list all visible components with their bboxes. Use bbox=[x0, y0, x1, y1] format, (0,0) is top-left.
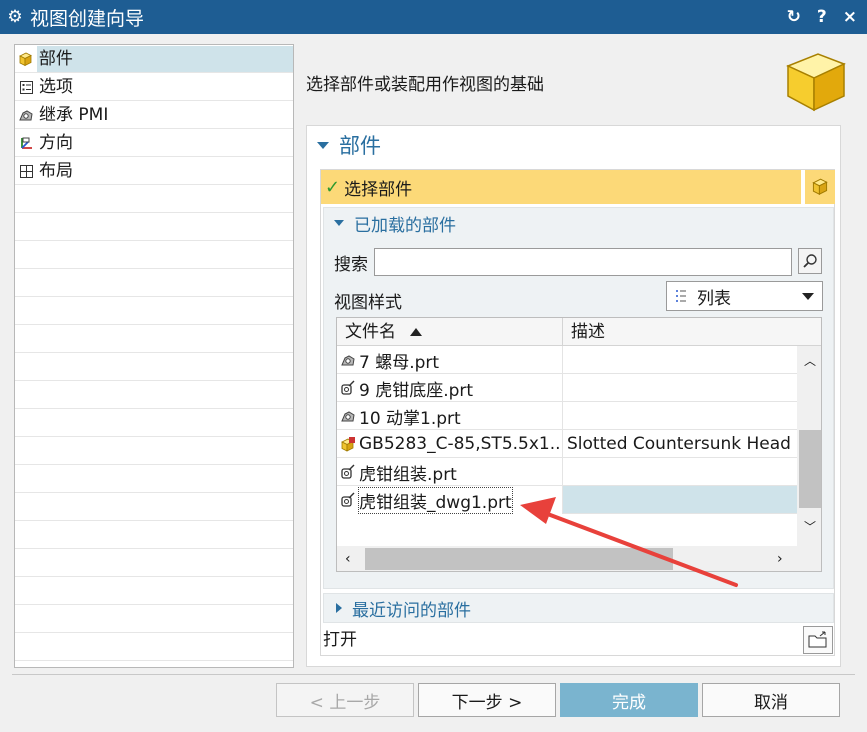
file-name: 10 动掌1.prt bbox=[359, 408, 461, 429]
part-cube-icon bbox=[812, 178, 828, 195]
component-icon bbox=[339, 351, 357, 369]
nav-item-layout[interactable]: 布局 bbox=[15, 157, 293, 185]
help-icon[interactable]: ? bbox=[817, 7, 827, 27]
table-header: 文件名 描述 bbox=[337, 318, 821, 346]
nav-item-label: 选项 bbox=[39, 77, 73, 97]
divider bbox=[12, 674, 855, 675]
file-name: 9 虎钳底座.prt bbox=[359, 380, 474, 401]
reset-icon[interactable]: ↻ bbox=[787, 7, 801, 27]
file-name: 7 螺母.prt bbox=[359, 352, 440, 373]
file-name: 虎钳组装_dwg1.prt bbox=[358, 486, 513, 514]
next-button[interactable]: 下一步 > bbox=[418, 683, 556, 717]
table-row[interactable]: GB5283_C-85,ST5.5x1... Slotted Countersu… bbox=[337, 430, 797, 458]
select-part-label: 选择部件 bbox=[344, 179, 413, 200]
search-input[interactable] bbox=[374, 248, 792, 276]
title-bar: ⚙ 视图创建向导 ↻ ? × bbox=[0, 0, 867, 34]
file-description: Slotted Countersunk Head bbox=[567, 434, 791, 454]
assembly-icon bbox=[339, 463, 357, 481]
file-name: 虎钳组装.prt bbox=[359, 464, 457, 485]
nav-item-label: 部件 bbox=[36, 46, 293, 72]
checkmark-icon: ✓ bbox=[325, 176, 341, 198]
table-row[interactable]: 10 动掌1.prt bbox=[337, 402, 797, 430]
file-description bbox=[563, 402, 797, 430]
assembly-icon bbox=[339, 379, 357, 397]
recent-parts-title: 最近访问的部件 bbox=[352, 600, 471, 621]
options-icon bbox=[17, 78, 35, 96]
close-icon[interactable]: × bbox=[843, 7, 857, 27]
list-view-icon bbox=[676, 290, 686, 302]
nav-item-part[interactable]: 部件 bbox=[15, 45, 293, 73]
nav-item-label: 继承 PMI bbox=[39, 105, 109, 125]
nav-item-label: 布局 bbox=[39, 161, 73, 181]
view-style-label: 视图样式 bbox=[334, 293, 402, 313]
part-panel: 部件 ✓ 选择部件 已加载的部件 搜索 视图样式 列表 文件名 描述 7 螺母.… bbox=[306, 125, 841, 667]
search-button[interactable] bbox=[798, 248, 822, 274]
collapse-triangle-icon bbox=[317, 141, 329, 149]
file-description bbox=[563, 346, 797, 374]
loaded-parts-header[interactable]: 已加载的部件 bbox=[334, 208, 456, 238]
search-label: 搜索 bbox=[334, 255, 368, 275]
open-file-button[interactable] bbox=[803, 626, 833, 654]
open-folder-icon bbox=[808, 631, 827, 648]
column-header-description[interactable]: 描述 bbox=[563, 318, 797, 346]
chevron-up-icon[interactable]: ︿ bbox=[804, 352, 816, 369]
cancel-button[interactable]: 取消 bbox=[702, 683, 840, 717]
chevron-down-icon bbox=[802, 293, 814, 300]
back-button[interactable]: < 上一步 bbox=[276, 683, 414, 717]
file-description bbox=[563, 374, 797, 402]
layout-icon bbox=[17, 162, 35, 180]
finish-button[interactable]: 完成 bbox=[560, 683, 698, 717]
view-style-select[interactable]: 列表 bbox=[666, 281, 823, 311]
window-title: 视图创建向导 bbox=[30, 7, 145, 30]
wizard-step-list: 部件 选项 继承 PMI 方向 布局 bbox=[14, 44, 294, 668]
component-icon bbox=[339, 407, 357, 425]
select-part-button[interactable] bbox=[803, 170, 835, 204]
standard-part-icon bbox=[339, 435, 357, 453]
part-section-header[interactable]: 部件 bbox=[317, 130, 381, 160]
search-icon bbox=[803, 254, 817, 268]
view-style-value: 列表 bbox=[697, 288, 731, 309]
vertical-scrollbar[interactable]: ︿ ﹀ bbox=[797, 346, 821, 546]
file-description bbox=[563, 486, 797, 514]
nav-item-orientation[interactable]: 方向 bbox=[15, 129, 293, 157]
scrollbar-thumb[interactable] bbox=[799, 430, 821, 508]
sort-ascending-icon bbox=[410, 328, 422, 336]
assembly-icon bbox=[339, 491, 357, 509]
chevron-right-icon[interactable]: › bbox=[777, 551, 783, 567]
loaded-parts-group: 已加载的部件 搜索 视图样式 列表 文件名 描述 7 螺母.prt 9 虎钳底座… bbox=[323, 207, 834, 589]
collapse-triangle-icon bbox=[334, 220, 344, 226]
select-part-row[interactable]: ✓ 选择部件 bbox=[321, 170, 801, 204]
expand-triangle-icon bbox=[336, 603, 342, 613]
recent-parts-header[interactable]: 最近访问的部件 bbox=[323, 593, 834, 623]
horizontal-scrollbar[interactable]: ‹ › bbox=[337, 546, 821, 571]
part-cube-icon bbox=[17, 50, 35, 68]
gear-icon: ⚙ bbox=[7, 7, 23, 27]
table-row-selected[interactable]: 虎钳组装_dwg1.prt bbox=[337, 486, 797, 514]
file-description bbox=[563, 458, 797, 486]
section-title: 部件 bbox=[339, 134, 381, 158]
nav-item-options[interactable]: 选项 bbox=[15, 73, 293, 101]
table-row[interactable]: 7 螺母.prt bbox=[337, 346, 797, 374]
step-instruction: 选择部件或装配用作视图的基础 bbox=[306, 75, 544, 95]
table-body: 7 螺母.prt 9 虎钳底座.prt 10 动掌1.prt GB5283_C-… bbox=[337, 346, 797, 514]
orientation-icon bbox=[17, 134, 35, 152]
nav-item-inherit-pmi[interactable]: 继承 PMI bbox=[15, 101, 293, 129]
table-row[interactable]: 9 虎钳底座.prt bbox=[337, 374, 797, 402]
part-cube-icon bbox=[782, 48, 848, 119]
nav-item-label: 方向 bbox=[39, 133, 73, 153]
scrollbar-thumb[interactable] bbox=[365, 548, 673, 570]
open-label: 打开 bbox=[323, 630, 357, 650]
chevron-down-icon[interactable]: ﹀ bbox=[804, 518, 816, 535]
pmi-icon bbox=[17, 106, 35, 124]
loaded-parts-table: 文件名 描述 7 螺母.prt 9 虎钳底座.prt 10 动掌1.prt GB… bbox=[336, 317, 822, 572]
part-section-body: ✓ 选择部件 已加载的部件 搜索 视图样式 列表 文件名 描述 7 螺母.prt… bbox=[320, 169, 835, 656]
table-row[interactable]: 虎钳组装.prt bbox=[337, 458, 797, 486]
loaded-parts-title: 已加载的部件 bbox=[354, 215, 456, 236]
chevron-left-icon[interactable]: ‹ bbox=[345, 551, 351, 567]
column-header-filename[interactable]: 文件名 bbox=[337, 318, 563, 346]
file-name: GB5283_C-85,ST5.5x1... bbox=[359, 434, 563, 454]
